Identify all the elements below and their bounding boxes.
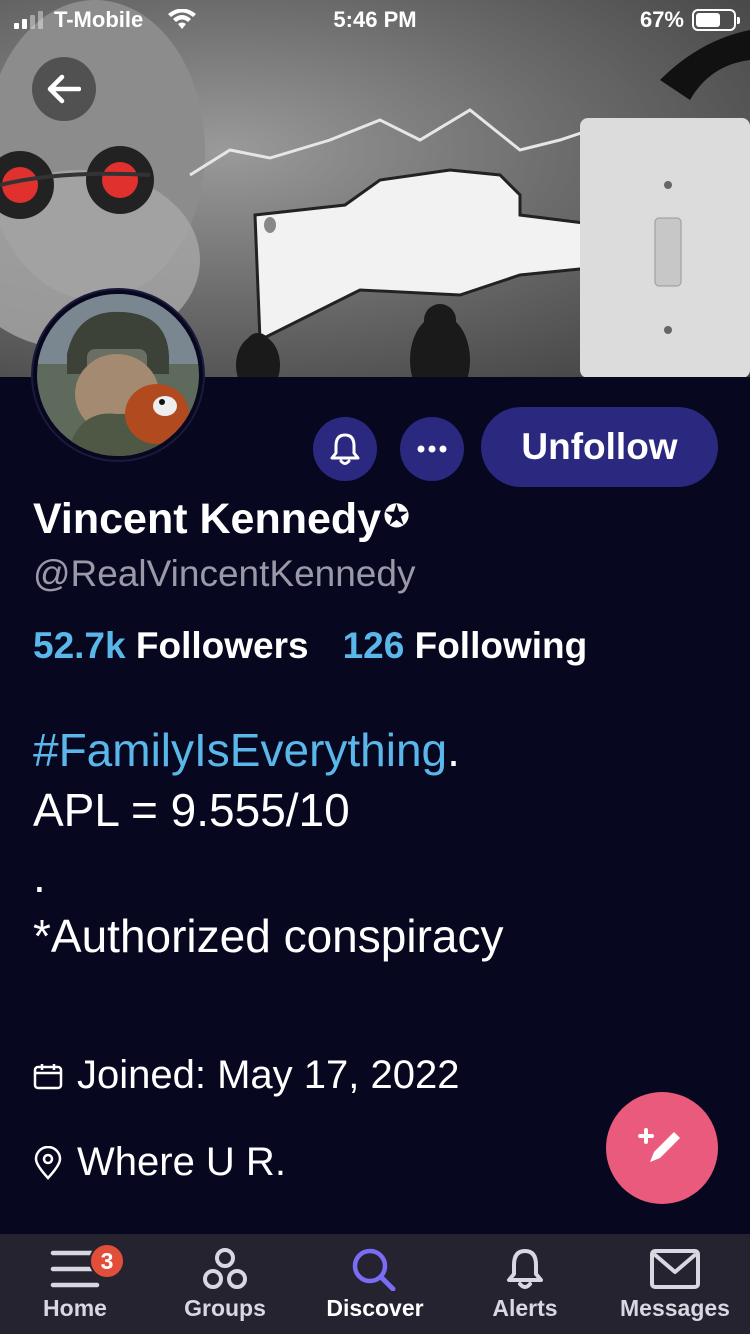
profile-bio: #FamilyIsEverything. APL = 9.555/10 . *A… bbox=[33, 720, 503, 966]
tab-messages[interactable]: Messages bbox=[600, 1234, 750, 1334]
tab-discover[interactable]: Discover bbox=[300, 1234, 450, 1334]
battery-percent: 67% bbox=[639, 7, 684, 32]
more-icon bbox=[417, 445, 447, 453]
location-text: Where U R. bbox=[77, 1140, 286, 1184]
following-count: 126 bbox=[342, 625, 405, 666]
bio-hashtag-suffix: . bbox=[447, 724, 460, 776]
tab-label: Alerts bbox=[492, 1295, 558, 1321]
username-handle: @RealVincentKennedy bbox=[33, 553, 416, 594]
notification-badge: 3 bbox=[89, 1243, 125, 1279]
more-options-button[interactable] bbox=[400, 417, 464, 481]
followers-count: 52.7k bbox=[33, 625, 126, 666]
joined-text: Joined: May 17, 2022 bbox=[77, 1053, 460, 1097]
clock: 5:46 PM bbox=[333, 7, 417, 32]
followers-link[interactable]: 52.7k Followers bbox=[33, 625, 309, 666]
following-link[interactable]: 126 Following bbox=[343, 625, 588, 666]
bell-icon bbox=[507, 1249, 543, 1289]
location-pin-icon bbox=[34, 1145, 62, 1180]
mail-icon bbox=[650, 1249, 700, 1289]
search-icon bbox=[352, 1248, 396, 1291]
tab-label: Discover bbox=[326, 1295, 424, 1321]
calendar-icon bbox=[33, 1063, 63, 1089]
followers-label: Followers bbox=[135, 625, 309, 666]
notify-bell-button[interactable] bbox=[313, 417, 377, 481]
location: Where U R. bbox=[33, 1140, 286, 1185]
bottom-tab-bar: 3 Home Groups Discover Alerts Messages bbox=[0, 1234, 750, 1334]
following-label: Following bbox=[414, 625, 588, 666]
display-name: Vincent Kennedy✪ bbox=[33, 495, 410, 544]
bell-icon bbox=[330, 433, 360, 465]
verified-icon: ✪ bbox=[383, 498, 410, 534]
tab-label: Messages bbox=[620, 1295, 730, 1321]
bio-line-apl: APL = 9.555/10 bbox=[33, 784, 350, 836]
display-name-text: Vincent Kennedy bbox=[33, 495, 382, 543]
groups-icon bbox=[203, 1248, 247, 1289]
tab-groups[interactable]: Groups bbox=[150, 1234, 300, 1334]
tab-home[interactable]: 3 Home bbox=[0, 1234, 150, 1334]
bio-line-conspiracy: *Authorized conspiracy bbox=[33, 910, 504, 962]
compose-icon bbox=[638, 1128, 680, 1162]
joined-date: Joined: May 17, 2022 bbox=[33, 1053, 459, 1098]
tab-label: Groups bbox=[184, 1295, 266, 1321]
compose-post-button[interactable] bbox=[606, 1092, 718, 1204]
bio-hashtag-link[interactable]: #FamilyIsEverything bbox=[33, 724, 447, 776]
follow-stats: 52.7k Followers 126 Following bbox=[33, 625, 587, 667]
status-bar: T-Mobile 5:46 PM 67% bbox=[0, 0, 750, 40]
bio-line-dot: . bbox=[33, 850, 46, 902]
battery-icon bbox=[692, 9, 740, 31]
arrow-left-icon bbox=[47, 74, 81, 104]
tab-alerts[interactable]: Alerts bbox=[450, 1234, 600, 1334]
tab-label: Home bbox=[43, 1295, 107, 1321]
back-button[interactable] bbox=[32, 57, 96, 121]
unfollow-button[interactable]: Unfollow bbox=[481, 407, 718, 487]
avatar[interactable] bbox=[33, 290, 203, 460]
